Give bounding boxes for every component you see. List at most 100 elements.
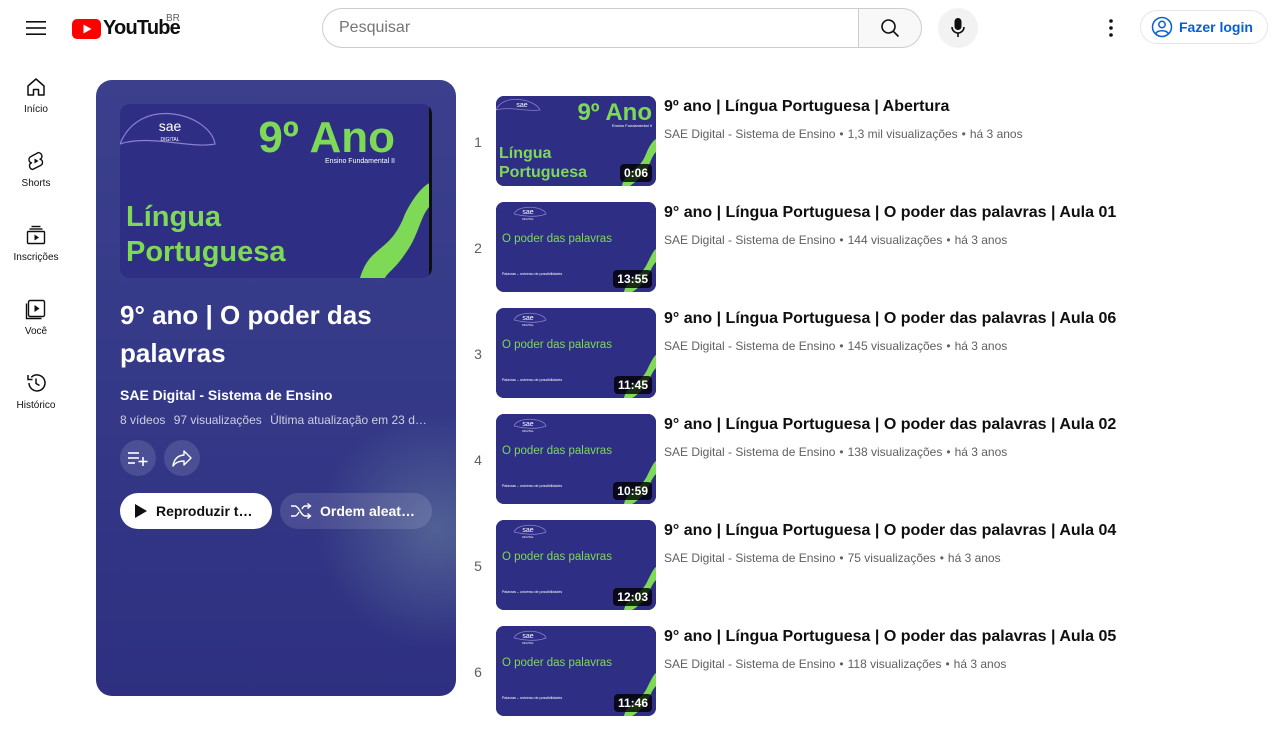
video-title-link[interactable]: 9° ano | Língua Portuguesa | O poder das…	[664, 310, 1116, 328]
account-icon	[1151, 16, 1173, 38]
menu-button[interactable]	[20, 12, 52, 44]
playlist-video-list: 1 sae 9º Ano Ensino Fundamental II Língu…	[464, 96, 1264, 732]
search-button[interactable]	[858, 8, 922, 48]
settings-menu-button[interactable]	[1095, 12, 1127, 44]
thumb-brand: sae	[522, 315, 533, 322]
playlist-video-item[interactable]: 5 sae DIGITAL O poder das palavras Palav…	[464, 520, 1264, 626]
video-metadata: SAE Digital - Sistema de Ensino • 118 visu…	[664, 657, 1006, 671]
video-channel-link[interactable]: SAE Digital - Sistema de Ensino	[664, 551, 835, 565]
playlist-views: 97 visualizações	[173, 413, 262, 427]
video-channel-link[interactable]: SAE Digital - Sistema de Ensino	[664, 445, 835, 459]
video-thumbnail[interactable]: sae DIGITAL O poder das palavras Palavra…	[496, 202, 656, 292]
video-thumbnail[interactable]: sae DIGITAL O poder das palavras Palavra…	[496, 414, 656, 504]
sidebar-item-home[interactable]: Início	[0, 56, 72, 130]
play-icon	[135, 504, 147, 518]
thumb-lesson-subtitle: Palavras – universo de possibilidades	[502, 272, 562, 276]
sidebar-item-subscriptions[interactable]: Inscrições	[0, 204, 72, 278]
video-duration-badge: 11:45	[613, 376, 652, 394]
video-views: 75 visualizações	[847, 551, 936, 565]
thumb-lesson-subtitle: Palavras – universo de possibilidades	[502, 378, 562, 382]
thumb-brand: sae	[522, 633, 533, 640]
sidebar-item-shorts[interactable]: Shorts	[0, 130, 72, 204]
playlist-video-item[interactable]: 1 sae 9º Ano Ensino Fundamental II Língu…	[464, 96, 1264, 202]
meta-separator: •	[839, 445, 844, 459]
video-title-link[interactable]: 9° ano | Língua Portuguesa | O poder das…	[664, 416, 1116, 434]
playlist-cover-art: sae DIGITAL 9º Ano Ensino Fundamental II…	[120, 104, 432, 278]
video-channel-link[interactable]: SAE Digital - Sistema de Ensino	[664, 339, 835, 353]
video-channel-link[interactable]: SAE Digital - Sistema de Ensino	[664, 233, 835, 247]
thumb-brand-sub: DIGITAL	[522, 217, 534, 221]
video-duration-badge: 13:55	[613, 270, 652, 288]
video-index: 2	[474, 240, 482, 256]
video-title-link[interactable]: 9° ano | Língua Portuguesa | O poder das…	[664, 522, 1116, 540]
login-button[interactable]: Fazer login	[1140, 10, 1268, 44]
video-age: há 3 anos	[954, 339, 1008, 353]
meta-separator: •	[839, 657, 844, 671]
playlist-video-item[interactable]: 6 sae DIGITAL O poder das palavras Palav…	[464, 626, 1264, 732]
voice-search-button[interactable]	[938, 8, 978, 48]
meta-separator: •	[839, 551, 844, 565]
play-all-button[interactable]: Reproduzir tu…	[120, 493, 272, 529]
subscriptions-icon	[26, 225, 46, 245]
video-metadata: SAE Digital - Sistema de Ensino • 138 visu…	[664, 445, 1007, 459]
video-channel-link[interactable]: SAE Digital - Sistema de Ensino	[664, 657, 835, 671]
top-bar: YouTube BR Fazer login	[0, 0, 1280, 56]
save-playlist-button[interactable]	[120, 440, 156, 476]
playlist-video-item[interactable]: 3 sae DIGITAL O poder das palavras Palav…	[464, 308, 1264, 414]
thumb-brand: sae	[522, 421, 533, 428]
video-thumbnail[interactable]: sae 9º Ano Ensino Fundamental II Língua …	[496, 96, 656, 186]
meta-separator: •	[839, 233, 844, 247]
thumb-brand: sae	[522, 209, 533, 216]
video-channel-link[interactable]: SAE Digital - Sistema de Ensino	[664, 127, 835, 141]
cover-subject-line2: Portuguesa	[126, 236, 286, 268]
thumb-brand-sub: DIGITAL	[522, 429, 534, 433]
sidebar-item-you[interactable]: Você	[0, 278, 72, 352]
sidebar-item-history[interactable]: Histórico	[0, 352, 72, 426]
video-index: 4	[474, 452, 482, 468]
video-title-link[interactable]: 9° ano | Língua Portuguesa | O poder das…	[664, 628, 1116, 646]
video-title-link[interactable]: 9° ano | Língua Portuguesa | O poder das…	[664, 204, 1116, 222]
video-thumbnail[interactable]: sae DIGITAL O poder das palavras Palavra…	[496, 626, 656, 716]
playlist-video-item[interactable]: 4 sae DIGITAL O poder das palavras Palav…	[464, 414, 1264, 520]
login-label: Fazer login	[1179, 19, 1253, 35]
playlist-stats: 8 vídeos 97 visualizações Última atualiz…	[120, 413, 432, 427]
sidebar: Início Shorts Inscrições Você Histórico	[0, 56, 72, 426]
cover-brand-sub: DIGITAL	[160, 137, 179, 143]
meta-separator: •	[946, 233, 951, 247]
video-duration-badge: 12:03	[613, 588, 652, 606]
video-age: há 3 anos	[953, 657, 1007, 671]
playlist-add-icon	[128, 452, 148, 466]
video-index: 6	[474, 664, 482, 680]
thumb-brand-sub: DIGITAL	[522, 535, 534, 539]
thumb-lesson-title: O poder das palavras	[502, 445, 612, 457]
thumb-brand: sae	[522, 527, 533, 534]
video-views: 1,3 mil visualizações	[847, 127, 958, 141]
video-metadata: SAE Digital - Sistema de Ensino • 145 visu…	[664, 339, 1007, 353]
shuffle-button[interactable]: Ordem aleató…	[280, 493, 432, 529]
share-button[interactable]	[164, 440, 200, 476]
playlist-owner-link[interactable]: SAE Digital - Sistema de Ensino	[120, 387, 332, 403]
search-input[interactable]	[322, 8, 858, 48]
cover-grade: 9º Ano	[258, 113, 395, 162]
video-thumbnail[interactable]: sae DIGITAL O poder das palavras Palavra…	[496, 520, 656, 610]
thumb-lesson-subtitle: Palavras – universo de possibilidades	[502, 484, 562, 488]
video-metadata: SAE Digital - Sistema de Ensino • 1,3 mil …	[664, 127, 1023, 141]
video-title-link[interactable]: 9º ano | Língua Portuguesa | Abertura	[664, 98, 949, 116]
video-thumbnail[interactable]: sae DIGITAL O poder das palavras Palavra…	[496, 308, 656, 398]
sidebar-item-label: Início	[24, 104, 48, 115]
thumb-lesson-title: O poder das palavras	[502, 657, 612, 669]
video-views: 138 visualizações	[847, 445, 943, 459]
microphone-icon	[951, 18, 965, 37]
meta-separator: •	[961, 127, 966, 141]
playlist-video-item[interactable]: 2 sae DIGITAL O poder das palavras Palav…	[464, 202, 1264, 308]
youtube-logo[interactable]: YouTube	[72, 17, 181, 40]
shuffle-label: Ordem aleató…	[320, 503, 420, 519]
thumb-lesson-subtitle: Palavras – universo de possibilidades	[502, 590, 562, 594]
playlist-title: 9° ano | O poder das palavras	[120, 300, 372, 368]
youtube-play-icon	[72, 18, 101, 39]
video-metadata: SAE Digital - Sistema de Ensino • 144 visu…	[664, 233, 1007, 247]
sidebar-item-label: Inscrições	[13, 252, 59, 263]
thumb-level: Ensino Fundamental II	[612, 123, 652, 128]
thumb-subject-line2: Portuguesa	[499, 164, 587, 181]
playlist-cover-image[interactable]: sae DIGITAL 9º Ano Ensino Fundamental II…	[120, 104, 432, 278]
